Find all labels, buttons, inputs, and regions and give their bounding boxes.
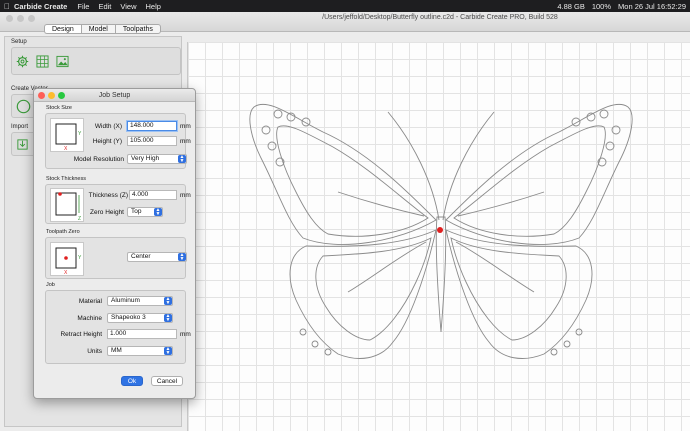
width-unit: mm — [180, 123, 191, 130]
stock-thickness-group: Z Thickness (Z) 4.000 mm Zero Height Top… — [45, 184, 191, 224]
import-section-label: Import — [11, 124, 29, 130]
job-label: Job — [46, 282, 55, 288]
zero-height-value: Top — [131, 208, 142, 215]
svg-text:Y: Y — [78, 255, 82, 261]
chevron-updown-icon: ▲ ▼ — [164, 313, 172, 323]
design-canvas[interactable] — [187, 42, 690, 431]
toolpath-zero-diagram: Y X — [50, 242, 84, 276]
close-window-button[interactable] — [6, 15, 13, 22]
chevron-updown-icon: ▲ ▼ — [178, 252, 186, 262]
status-area: 4.88 GB 100% Mon 26 Jul 16:52:29 — [557, 0, 686, 12]
dialog-close-button[interactable] — [38, 92, 45, 99]
menu-edit[interactable]: Edit — [98, 2, 111, 11]
width-field[interactable]: 148.000 — [127, 121, 177, 131]
image-icon[interactable] — [56, 55, 69, 68]
zero-height-label: Zero Height — [90, 209, 124, 216]
height-field[interactable]: 105.000 — [127, 136, 177, 146]
retract-height-field[interactable]: 1.000 — [107, 329, 177, 339]
tab-toolpaths[interactable]: Toolpaths — [114, 24, 161, 34]
stock-size-diagram: Y X — [50, 118, 84, 152]
units-value: MM — [111, 347, 122, 354]
chevron-updown-icon: ▲ ▼ — [178, 154, 186, 164]
clock[interactable]: Mon 26 Jul 16:52:29 — [618, 2, 686, 11]
machine-select[interactable]: Shapeoko 3 ▲ ▼ — [107, 313, 173, 323]
retract-height-unit: mm — [180, 331, 191, 338]
toolpath-zero-value: Center — [131, 253, 151, 260]
material-select[interactable]: Aluminum ▲ ▼ — [107, 296, 173, 306]
material-label: Material — [78, 298, 102, 305]
material-value: Aluminum — [111, 297, 140, 304]
units-label: Units — [87, 348, 102, 355]
model-resolution-label: Model Resolution — [73, 156, 124, 163]
model-resolution-select[interactable]: Very High ▲ ▼ — [127, 154, 187, 164]
setup-section-label: Setup — [11, 39, 27, 45]
cancel-button[interactable]: Cancel — [151, 376, 183, 386]
svg-text:Z: Z — [78, 216, 81, 222]
setup-tools — [11, 47, 181, 75]
height-unit: mm — [180, 138, 191, 145]
storage-status[interactable]: 4.88 GB — [557, 2, 585, 11]
thickness-unit: mm — [180, 192, 191, 199]
menu-bar:  Carbide Create File Edit View Help 4.8… — [0, 0, 690, 12]
dialog-zoom-button[interactable] — [58, 92, 65, 99]
tab-model[interactable]: Model — [80, 24, 115, 34]
menu-view[interactable]: View — [120, 2, 136, 11]
thickness-field[interactable]: 4.000 — [129, 190, 177, 200]
job-setup-gear-icon[interactable] — [16, 55, 29, 68]
svg-text:Y: Y — [78, 131, 82, 137]
machine-label: Machine — [77, 315, 102, 322]
toolpath-zero-group: Y X Center ▲ ▼ — [45, 237, 187, 279]
model-resolution-value: Very High — [131, 155, 160, 162]
chevron-updown-icon: ▲ ▼ — [164, 346, 172, 356]
chevron-updown-icon: ▲ ▼ — [154, 207, 162, 217]
butterfly-vector[interactable] — [188, 42, 690, 431]
toolpath-zero-select[interactable]: Center ▲ ▼ — [127, 252, 187, 262]
menu-help[interactable]: Help — [146, 2, 161, 11]
thickness-label: Thickness (Z) — [88, 192, 128, 199]
stock-thickness-label: Stock Thickness — [46, 176, 86, 182]
battery-status[interactable]: 100% — [592, 2, 611, 11]
menu-file[interactable]: File — [77, 2, 89, 11]
width-label: Width (X) — [94, 123, 122, 130]
tab-design[interactable]: Design — [44, 24, 81, 34]
stock-size-label: Stock Size — [46, 105, 72, 111]
retract-height-label: Retract Height — [60, 331, 102, 338]
import-icon[interactable] — [16, 138, 29, 151]
grid-icon[interactable] — [36, 55, 49, 68]
job-setup-dialog: Job Setup Stock Size Y X Width (X) 148.0… — [33, 88, 196, 399]
job-group: Material Aluminum ▲ ▼ Machine Shapeoko 3 … — [45, 290, 191, 364]
machine-value: Shapeoko 3 — [111, 314, 146, 321]
apple-menu-icon[interactable]:  — [0, 2, 14, 11]
stock-size-icon: Y X — [55, 123, 82, 152]
origin-marker — [437, 227, 443, 233]
toolpath-zero-label: Toolpath Zero — [46, 229, 80, 235]
svg-text:X: X — [64, 146, 68, 152]
toolpath-zero-icon: Y X — [55, 247, 82, 276]
minimize-window-button[interactable] — [17, 15, 24, 22]
app-menu[interactable]: Carbide Create — [14, 2, 67, 11]
chevron-updown-icon: ▲ ▼ — [164, 296, 172, 306]
dialog-minimize-button[interactable] — [48, 92, 55, 99]
stock-thickness-diagram: Z — [50, 188, 84, 222]
mode-tabs: Design Model Toolpaths — [44, 24, 161, 34]
stock-size-group: Y X Width (X) 148.000 mm Height (Y) 105.… — [45, 113, 191, 169]
height-label: Height (Y) — [92, 138, 122, 145]
svg-text:X: X — [64, 270, 68, 276]
units-select[interactable]: MM ▲ ▼ — [107, 346, 173, 356]
window-title: /Users/jeffold/Desktop/Butterfly outline… — [322, 14, 558, 21]
stock-thickness-icon: Z — [55, 192, 81, 222]
zero-height-select[interactable]: Top ▲ ▼ — [127, 207, 163, 217]
circle-tool-icon[interactable] — [16, 99, 31, 114]
ok-button[interactable]: Ok — [121, 376, 143, 386]
zoom-window-button[interactable] — [28, 15, 35, 22]
